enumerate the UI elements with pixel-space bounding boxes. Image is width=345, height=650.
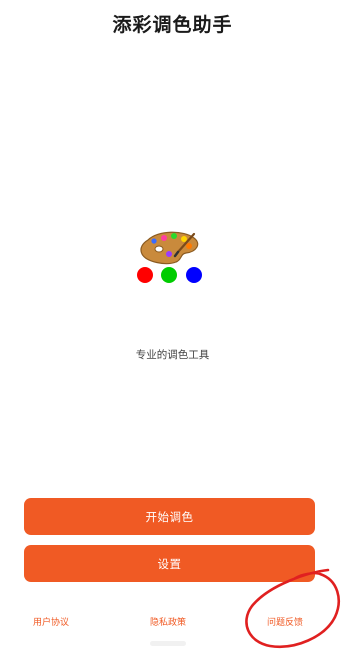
- palette-icon: [137, 231, 202, 283]
- red-dot: [137, 267, 153, 283]
- app-tagline: 专业的调色工具: [135, 349, 210, 361]
- home-indicator: [150, 641, 186, 646]
- start-color-button-label: 开始调色: [145, 509, 194, 524]
- blue-dot: [186, 267, 202, 283]
- green-dot: [161, 267, 177, 283]
- privacy-policy-link[interactable]: 隐私政策: [150, 615, 186, 628]
- feedback-link[interactable]: 问题反馈: [267, 615, 303, 628]
- settings-button[interactable]: 设置: [24, 545, 315, 582]
- settings-button-label: 设置: [157, 556, 182, 571]
- app-title: 添彩调色助手: [112, 14, 233, 36]
- start-color-button[interactable]: 开始调色: [24, 498, 315, 535]
- user-agreement-link[interactable]: 用户协议: [33, 615, 69, 628]
- app-logo: [134, 228, 210, 288]
